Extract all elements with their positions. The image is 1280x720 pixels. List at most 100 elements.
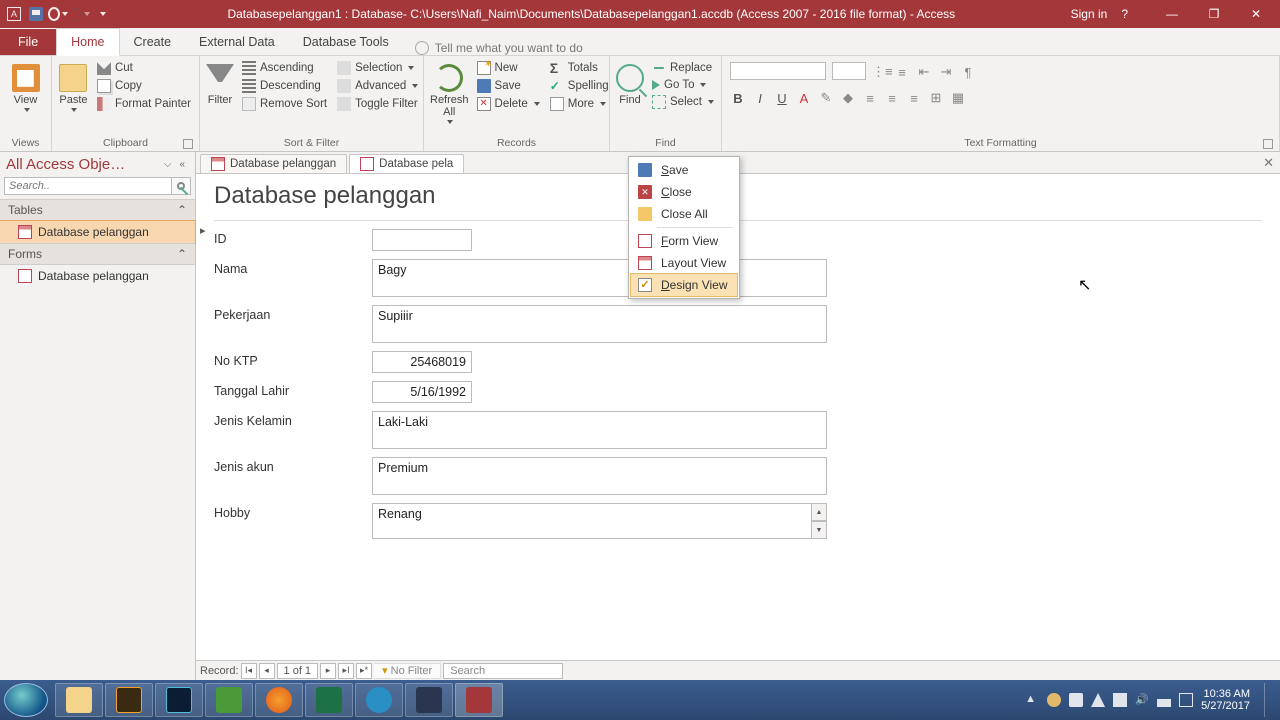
task-excel[interactable] (305, 683, 353, 717)
field-nama[interactable]: Bagy (372, 259, 827, 297)
ctx-close-all[interactable]: Close All (631, 203, 737, 225)
task-illustrator[interactable] (105, 683, 153, 717)
tray-onedrive-icon[interactable] (1069, 693, 1083, 707)
toggle-filter-button[interactable]: Toggle Filter (335, 96, 420, 112)
tray-volume-icon[interactable]: 🔊 (1135, 693, 1149, 707)
font-color-button[interactable]: A (796, 91, 812, 106)
rec-last-button[interactable]: ▸I (338, 663, 354, 679)
paste-button[interactable]: Paste (58, 60, 89, 112)
ctx-design-view[interactable]: Design View (631, 274, 737, 296)
ctx-form-view[interactable]: Form View (631, 230, 737, 252)
doc-tab-form[interactable]: Database pela (349, 154, 464, 173)
field-hobby[interactable]: Renang▲▼ (372, 503, 827, 539)
tab-create[interactable]: Create (120, 29, 186, 55)
field-tgl[interactable]: 5/16/1992 (372, 381, 472, 403)
nav-table-item[interactable]: Database pelanggan (0, 221, 195, 243)
task-explorer[interactable] (55, 683, 103, 717)
nav-title[interactable]: All Access Obje… (6, 156, 160, 173)
bullets-button[interactable]: ⋮≡ (872, 64, 888, 80)
clipboard-launcher[interactable] (183, 139, 193, 149)
qat-redo-button[interactable] (70, 4, 90, 24)
task-photoshop[interactable] (155, 683, 203, 717)
task-firefox[interactable] (255, 683, 303, 717)
tray-flag-icon[interactable] (1113, 693, 1127, 707)
help-button[interactable]: ? (1121, 7, 1128, 21)
rec-search-box[interactable]: Search (443, 663, 563, 679)
signin-link[interactable]: Sign in (1071, 7, 1108, 21)
tray-show-hidden-icon[interactable]: ▲ (1025, 693, 1039, 707)
spelling-button[interactable]: ✓Spelling (548, 78, 611, 94)
rec-next-button[interactable]: ▸ (320, 663, 336, 679)
descending-button[interactable]: Descending (240, 78, 329, 94)
show-desktop-button[interactable] (1264, 683, 1274, 717)
record-selector-icon[interactable] (200, 223, 210, 235)
ctx-layout-view[interactable]: Layout View (631, 252, 737, 274)
field-id[interactable] (372, 229, 472, 251)
copy-button[interactable]: Copy (95, 78, 193, 94)
save-record-button[interactable]: Save (475, 78, 542, 94)
find-button[interactable]: Find (616, 60, 644, 106)
field-akun[interactable]: Premium (372, 457, 827, 495)
bold-button[interactable]: B (730, 91, 746, 106)
qat-undo-button[interactable] (48, 4, 68, 24)
tray-clock[interactable]: 10:36 AM5/27/2017 (1201, 688, 1250, 712)
task-app1[interactable] (355, 683, 403, 717)
nav-dropdown-icon[interactable]: ⌵ (164, 159, 172, 170)
qat-save-button[interactable] (26, 4, 46, 24)
delete-button[interactable]: Delete (475, 96, 542, 112)
rec-first-button[interactable]: I◂ (241, 663, 257, 679)
field-jk[interactable]: Laki-Laki (372, 411, 827, 449)
font-size-select[interactable] (832, 62, 866, 80)
minimize-button[interactable]: — (1152, 2, 1192, 26)
nav-category-tables[interactable]: Tables⌃ (0, 199, 195, 221)
tray-network-icon[interactable] (1157, 693, 1171, 707)
nav-search-button[interactable] (171, 177, 191, 195)
nav-collapse-icon[interactable]: « (179, 159, 185, 170)
rec-prev-button[interactable]: ◂ (259, 663, 275, 679)
qat-customize-button[interactable] (92, 4, 112, 24)
refresh-all-button[interactable]: Refresh All (430, 60, 469, 124)
dec-indent-button[interactable]: ⇤ (916, 64, 932, 80)
nav-form-item[interactable]: Database pelanggan (0, 265, 195, 287)
rec-filter-indicator[interactable]: ▾ No Filter (374, 663, 441, 679)
format-painter-button[interactable]: Format Painter (95, 96, 193, 112)
ascending-button[interactable]: Ascending (240, 60, 329, 76)
align-center-button[interactable]: ≡ (884, 91, 900, 106)
start-button[interactable] (4, 683, 48, 717)
inc-indent-button[interactable]: ⇥ (938, 64, 954, 80)
tab-database-tools[interactable]: Database Tools (289, 29, 403, 55)
task-coreldraw[interactable] (205, 683, 253, 717)
close-button[interactable]: ✕ (1236, 2, 1276, 26)
doc-tab-table[interactable]: Database pelanggan (200, 154, 347, 173)
gridlines-button[interactable]: ⊞ (928, 90, 944, 106)
remove-sort-button[interactable]: Remove Sort (240, 96, 329, 112)
selection-button[interactable]: Selection (335, 60, 420, 76)
italic-button[interactable]: I (752, 91, 768, 106)
field-pekerjaan[interactable]: Supiiir (372, 305, 827, 343)
filter-button[interactable]: Filter (206, 60, 234, 106)
nav-search-input[interactable] (4, 177, 171, 195)
ltr-button[interactable]: ¶ (960, 65, 976, 80)
tray-battery-icon[interactable] (1179, 693, 1193, 707)
fill-color-button[interactable]: ◆ (840, 90, 856, 106)
goto-button[interactable]: Go To (650, 78, 716, 92)
rec-new-button[interactable]: ▸* (356, 663, 372, 679)
underline-button[interactable]: U (774, 91, 790, 106)
restore-button[interactable]: ❐ (1194, 2, 1234, 26)
ctx-close[interactable]: Close (631, 181, 737, 203)
new-record-button[interactable]: New (475, 60, 542, 76)
tell-me-box[interactable]: Tell me what you want to do (415, 41, 583, 55)
tray-location-icon[interactable] (1091, 693, 1105, 707)
scroll-down-button[interactable]: ▼ (811, 521, 827, 539)
tab-external-data[interactable]: External Data (185, 29, 289, 55)
advanced-button[interactable]: Advanced (335, 78, 420, 94)
tf-launcher[interactable] (1263, 139, 1273, 149)
doc-close-button[interactable]: ✕ (1263, 155, 1274, 171)
select-button[interactable]: Select (650, 94, 716, 110)
alt-row-color-button[interactable]: ▦ (950, 90, 966, 106)
align-right-button[interactable]: ≡ (906, 91, 922, 106)
cut-button[interactable]: Cut (95, 60, 193, 76)
rec-position[interactable]: 1 of 1 (277, 663, 319, 679)
replace-button[interactable]: Replace (650, 60, 716, 76)
view-button[interactable]: View (6, 60, 45, 112)
